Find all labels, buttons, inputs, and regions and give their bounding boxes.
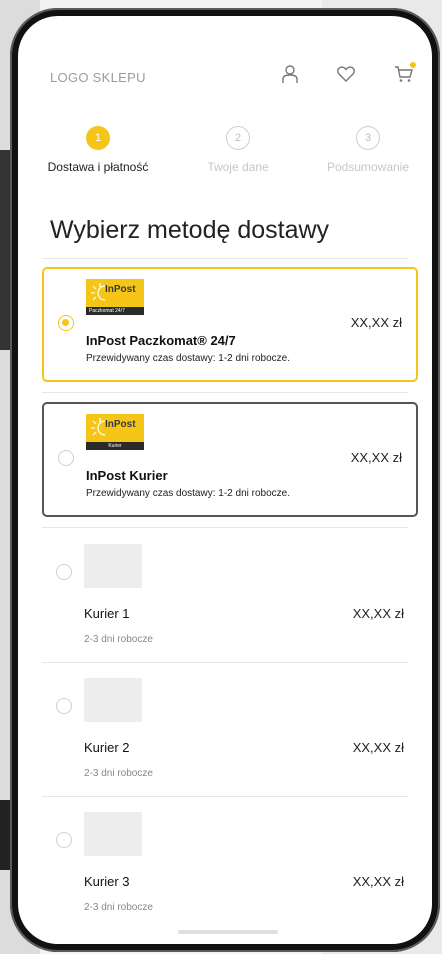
option-price: XX,XX zł bbox=[352, 606, 404, 621]
option-description: 2-3 dni robocze bbox=[84, 634, 153, 645]
delivery-option-kurier[interactable]: InPost Kurier XX,XX zł InPost Kurier Prz… bbox=[42, 402, 418, 517]
step-your-data[interactable]: 2 Twoje dane bbox=[188, 126, 288, 174]
phone-screen: LOGO SKLEPU 1 Dostawa i płatność 2 Twoje… bbox=[18, 16, 432, 944]
radio-button[interactable] bbox=[58, 450, 74, 466]
inpost-logo: InPost Paczkomat 24/7 bbox=[86, 279, 144, 315]
carrier-logo-placeholder bbox=[84, 544, 142, 588]
logo-word: InPost bbox=[105, 419, 136, 430]
step-label: Podsumowanie bbox=[326, 160, 410, 174]
logo-word: InPost bbox=[105, 284, 136, 295]
option-description: Przewidywany czas dostawy: 1-2 dni roboc… bbox=[86, 353, 290, 364]
option-price: XX,XX zł bbox=[352, 740, 404, 755]
home-indicator bbox=[178, 930, 278, 934]
option-price: XX,XX zł bbox=[350, 315, 402, 330]
carrier-logo-placeholder bbox=[84, 812, 142, 856]
divider bbox=[42, 392, 408, 393]
step-summary[interactable]: 3 Podsumowanie bbox=[308, 126, 428, 174]
option-name: Kurier 3 bbox=[84, 874, 130, 889]
step-number: 2 bbox=[226, 126, 250, 150]
divider bbox=[42, 258, 408, 259]
inpost-logo: InPost Kurier bbox=[86, 414, 144, 450]
logo-bar: Kurier bbox=[86, 442, 144, 450]
option-description: 2-3 dni robocze bbox=[84, 902, 153, 913]
carrier-logo-placeholder bbox=[84, 678, 142, 722]
option-description: Przewidywany czas dostawy: 1-2 dni roboc… bbox=[86, 488, 290, 499]
option-description: 2-3 dni robocze bbox=[84, 768, 153, 779]
cart-icon[interactable] bbox=[390, 60, 418, 88]
step-number: 3 bbox=[356, 126, 380, 150]
option-price: XX,XX zł bbox=[352, 874, 404, 889]
step-delivery[interactable]: 1 Dostawa i płatność bbox=[38, 126, 158, 174]
step-number: 1 bbox=[86, 126, 110, 150]
delivery-option-kurier-3[interactable]: XX,XX zł Kurier 3 2-3 dni robocze bbox=[42, 802, 418, 932]
header: LOGO SKLEPU bbox=[18, 16, 432, 116]
delivery-option-kurier-1[interactable]: XX,XX zł Kurier 1 2-3 dni robocze bbox=[42, 534, 418, 664]
option-name: Kurier 1 bbox=[84, 606, 130, 621]
divider bbox=[42, 527, 408, 528]
page-title: Wybierz metodę dostawy bbox=[50, 216, 330, 244]
radio-button[interactable] bbox=[56, 832, 72, 848]
radio-button[interactable] bbox=[56, 698, 72, 714]
option-name: InPost Paczkomat® 24/7 bbox=[86, 333, 236, 348]
logo-bar: Paczkomat 24/7 bbox=[86, 307, 144, 315]
radio-button[interactable] bbox=[56, 564, 72, 580]
checkout-steps: 1 Dostawa i płatność 2 Twoje dane 3 Pods… bbox=[18, 126, 432, 186]
radio-button[interactable] bbox=[58, 315, 74, 331]
divider bbox=[42, 662, 408, 663]
option-name: InPost Kurier bbox=[86, 468, 168, 483]
step-label: Twoje dane bbox=[207, 160, 269, 174]
cart-badge bbox=[410, 62, 416, 68]
option-price: XX,XX zł bbox=[350, 450, 402, 465]
delivery-option-kurier-2[interactable]: XX,XX zł Kurier 2 2-3 dni robocze bbox=[42, 668, 418, 798]
divider bbox=[42, 796, 408, 797]
phone-frame: LOGO SKLEPU 1 Dostawa i płatność 2 Twoje… bbox=[10, 8, 440, 952]
user-icon[interactable] bbox=[276, 60, 304, 88]
store-logo[interactable]: LOGO SKLEPU bbox=[50, 70, 146, 85]
heart-icon[interactable] bbox=[332, 60, 360, 88]
delivery-option-paczkomat[interactable]: InPost Paczkomat 24/7 XX,XX zł InPost Pa… bbox=[42, 267, 418, 382]
step-label: Dostawa i płatność bbox=[47, 160, 149, 174]
option-name: Kurier 2 bbox=[84, 740, 130, 755]
